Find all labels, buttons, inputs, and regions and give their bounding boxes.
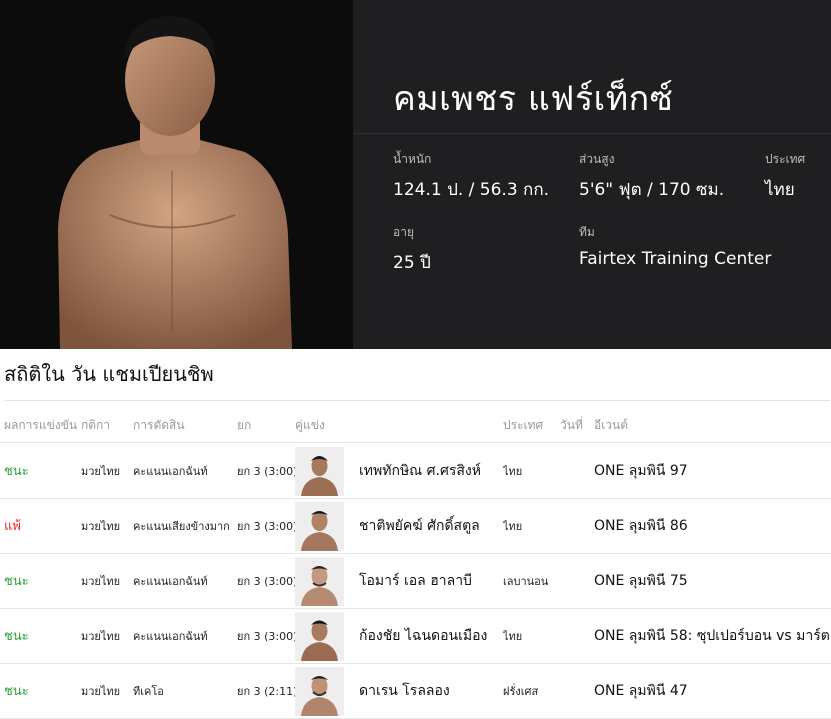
result-text: ชนะ xyxy=(4,574,29,589)
round-text: ยก 3 (2:11) xyxy=(237,685,298,698)
result-text: ชนะ xyxy=(4,629,29,644)
method-text: คะแนนเอกฉันท์ xyxy=(133,575,208,588)
rule-text: มวยไทย xyxy=(81,685,121,698)
hero-divider xyxy=(353,133,831,134)
round-text: ยก 3 (3:00) xyxy=(237,630,298,643)
column-header-rule: กติกา xyxy=(81,418,111,432)
column-header-method: การตัดสิน xyxy=(133,418,185,432)
age-label: อายุ xyxy=(393,225,414,239)
fight-row: ชนะ มวยไทย คะแนนเอกฉันท์ ยก 3 (3:00) ก้อ… xyxy=(0,609,831,664)
weight-value: 124.1 ป. / 56.3 กก. xyxy=(393,180,550,200)
column-header-event: อีเวนต์ xyxy=(594,418,629,432)
round-text: ยก 3 (3:00) xyxy=(237,520,298,533)
column-header-opponent: คู่แข่ง xyxy=(295,418,325,432)
country-text: ไทย xyxy=(503,520,523,533)
fight-row: ชนะ มวยไทย ทีเคโอ ยก 3 (2:11) ดาเรน โรลล… xyxy=(0,664,831,719)
height-label: ส่วนสูง xyxy=(579,152,615,166)
fight-row: แพ้ มวยไทย คะแนนเสียงข้างมาก ยก 3 (3:00)… xyxy=(0,499,831,554)
stats-divider xyxy=(4,400,830,401)
result-text: ชนะ xyxy=(4,684,29,699)
weight-label: น้ำหนัก xyxy=(393,152,432,166)
rule-text: มวยไทย xyxy=(81,630,121,643)
event-link[interactable]: ONE ลุมพินี 58: ซุปเปอร์บอน vs มาร์ต xyxy=(594,609,831,664)
method-text: ทีเคโอ xyxy=(133,685,164,698)
country-text: ไทย xyxy=(503,465,523,478)
weight-attribute: น้ำหนัก 124.1 ป. / 56.3 กก. xyxy=(393,150,549,203)
team-label: ทีม xyxy=(579,225,595,239)
opponent-avatar[interactable] xyxy=(295,667,344,716)
opponent-avatar[interactable] xyxy=(295,557,344,606)
team-value: Fairtex Training Center xyxy=(579,249,772,269)
country-attribute: ประเทศ ไทย xyxy=(765,150,805,203)
height-attribute: ส่วนสูง 5'6" ฟุต / 170 ซม. xyxy=(579,150,724,203)
fight-row: ชนะ มวยไทย คะแนนเอกฉันท์ ยก 3 (3:00) เทพ… xyxy=(0,444,831,499)
column-header-round: ยก xyxy=(237,418,252,432)
method-text: คะแนนเอกฉันท์ xyxy=(133,630,208,643)
rule-text: มวยไทย xyxy=(81,465,121,478)
country-text: ฝรั่งเศส xyxy=(503,685,539,698)
opponent-name-link[interactable]: ชาติพยัคฆ์ ศักดิ์สตูล xyxy=(359,499,480,554)
fighter-hero: คมเพชร แฟร์เท็กซ์ น้ำหนัก 124.1 ป. / 56.… xyxy=(0,0,831,349)
fight-row: ชนะ มวยไทย คะแนนเอกฉันท์ ยก 3 (3:00) โอม… xyxy=(0,554,831,609)
country-text: ไทย xyxy=(503,630,523,643)
stats-table-header: ผลการแข่งขัน กติกา การตัดสิน ยก คู่แข่ง … xyxy=(0,405,831,443)
age-attribute: อายุ 25 ปี xyxy=(393,223,431,276)
column-header-country: ประเทศ xyxy=(503,418,544,432)
fighter-photo-illustration xyxy=(58,16,292,349)
event-link[interactable]: ONE ลุมพินี 47 xyxy=(594,664,831,719)
fighter-photo xyxy=(0,0,353,349)
round-text: ยก 3 (3:00) xyxy=(237,575,298,588)
column-header-result: ผลการแข่งขัน xyxy=(4,418,78,432)
opponent-avatar[interactable] xyxy=(295,502,344,551)
stats-title: สถิติใน วัน แชมเปียนชิพ xyxy=(4,362,214,386)
event-link[interactable]: ONE ลุมพินี 86 xyxy=(594,499,831,554)
opponent-avatar[interactable] xyxy=(295,447,344,496)
rule-text: มวยไทย xyxy=(81,520,121,533)
opponent-avatar[interactable] xyxy=(295,612,344,661)
opponent-name-link[interactable]: ดาเรน โรลลอง xyxy=(359,664,450,719)
age-value: 25 ปี xyxy=(393,253,431,273)
method-text: คะแนนเสียงข้างมาก xyxy=(133,520,230,533)
column-header-date: วันที่ xyxy=(560,418,583,432)
method-text: คะแนนเอกฉันท์ xyxy=(133,465,208,478)
rule-text: มวยไทย xyxy=(81,575,121,588)
country-text: เลบานอน xyxy=(503,575,549,588)
opponent-name-link[interactable]: โอมาร์ เอล ฮาลาบี xyxy=(359,554,472,609)
height-value: 5'6" ฟุต / 170 ซม. xyxy=(579,180,725,200)
team-attribute: ทีม Fairtex Training Center xyxy=(579,223,771,269)
country-label: ประเทศ xyxy=(765,152,806,166)
result-text: แพ้ xyxy=(4,519,21,534)
opponent-name-link[interactable]: ก้องชัย ไฉนดอนเมือง xyxy=(359,609,487,664)
event-link[interactable]: ONE ลุมพินี 75 xyxy=(594,554,831,609)
result-text: ชนะ xyxy=(4,464,29,479)
opponent-name-link[interactable]: เทพทักษิณ ศ.ศรสิงห์ xyxy=(359,444,481,499)
fighter-name: คมเพชร แฟร์เท็กซ์ xyxy=(393,79,674,119)
country-value: ไทย xyxy=(765,180,795,200)
event-link[interactable]: ONE ลุมพินี 97 xyxy=(594,444,831,499)
round-text: ยก 3 (3:00) xyxy=(237,465,298,478)
